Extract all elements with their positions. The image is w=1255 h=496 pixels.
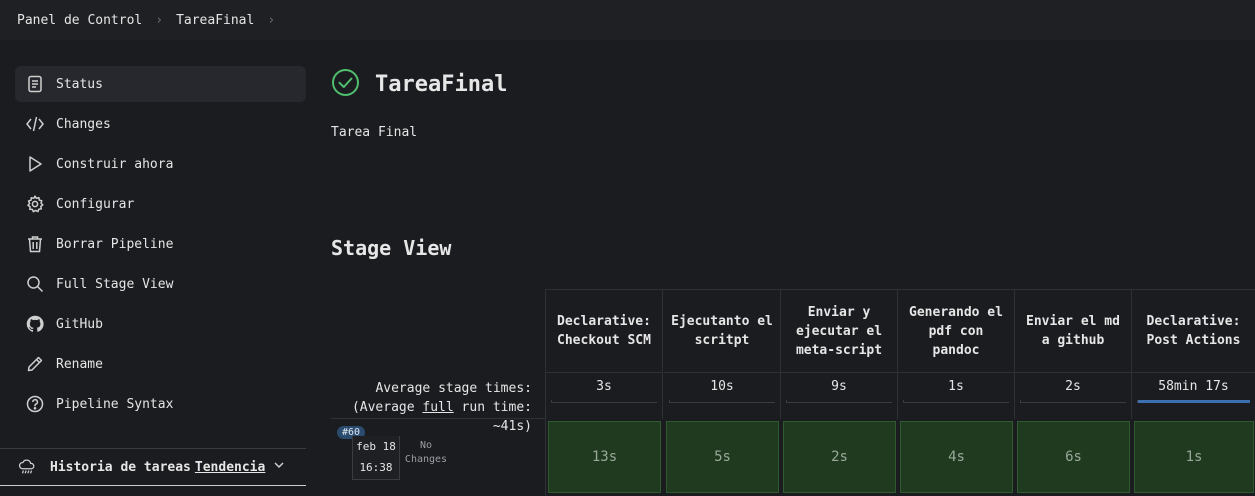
stage-avg-time: 1s: [898, 373, 1015, 419]
sidebar-item-label: Pipeline Syntax: [56, 396, 174, 412]
sidebar-item-status[interactable]: Status: [15, 66, 306, 102]
stage-avg-bar: [551, 400, 657, 403]
chevron-down-icon[interactable]: [273, 459, 285, 475]
build-history-header: Historia de tareas Tendencia: [0, 448, 306, 486]
avg-label-line2: (Average full run time:: [352, 398, 532, 417]
stage-avg-time: 9s: [781, 373, 898, 419]
sidebar-item-delete-pipeline[interactable]: Borrar Pipeline: [15, 226, 306, 262]
gear-icon: [26, 195, 44, 213]
sidebar-item-label: Borrar Pipeline: [56, 236, 174, 252]
stage-cell-success[interactable]: 4s: [900, 421, 1013, 493]
stage-avg-time: 3s: [546, 373, 663, 419]
sidebar-item-label: Rename: [56, 356, 103, 372]
stage-column: Generando el pdf con pandoc 1s 4s: [898, 290, 1015, 495]
avg-label-suffix: run time:: [453, 400, 532, 415]
stage-header: Declarative: Post Actions: [1132, 290, 1255, 373]
stage-avg-value: 10s: [710, 379, 734, 394]
breadcrumb-item-job[interactable]: TareaFinal: [176, 13, 254, 28]
play-icon: [26, 155, 44, 173]
stage-avg-value: 58min 17s: [1158, 379, 1229, 394]
code-icon: [26, 115, 44, 133]
document-icon: [26, 75, 44, 93]
stage-avg-value: 9s: [831, 379, 847, 394]
search-icon: [26, 275, 44, 293]
sidebar-item-label: Configurar: [56, 196, 135, 212]
stage-cell-success[interactable]: 2s: [783, 421, 896, 493]
stage-header: Enviar y ejecutar el meta-script: [781, 290, 898, 373]
stage-header: Declarative: Checkout SCM: [546, 290, 663, 373]
sidebar-item-label: Full Stage View: [56, 276, 174, 292]
stage-column: Declarative: Checkout SCM 3s 13s: [546, 290, 663, 495]
stage-header: Generando el pdf con pandoc: [898, 290, 1015, 373]
sidebar-item-pipeline-syntax[interactable]: Pipeline Syntax: [15, 386, 306, 422]
page-title: TareaFinal: [375, 72, 508, 97]
build-time: 16:38: [359, 461, 393, 474]
stage-cell-success[interactable]: 13s: [548, 421, 661, 493]
stage-avg-bar: [1137, 400, 1250, 403]
help-icon: [26, 395, 44, 413]
stage-avg-value: 2s: [1065, 379, 1081, 394]
sidebar-item-full-stage-view[interactable]: Full Stage View: [15, 266, 306, 302]
stage-cell-success[interactable]: 6s: [1017, 421, 1130, 493]
stage-avg-value: 1s: [948, 379, 964, 394]
stage-avg-bar: [903, 400, 1009, 403]
stage-avg-time: 58min 17s: [1132, 373, 1255, 419]
build-changes: No Changes: [404, 440, 448, 465]
sidebar-item-label: Status: [56, 76, 103, 92]
trash-icon: [26, 235, 44, 253]
sidebar-item-rename[interactable]: Rename: [15, 346, 306, 382]
chevron-right-icon[interactable]: ›: [267, 13, 275, 28]
stage-avg-bar: [1020, 400, 1126, 403]
sidebar-item-label: Construir ahora: [56, 156, 174, 172]
stage-header: Enviar el md a github: [1015, 290, 1132, 373]
pencil-icon: [26, 355, 44, 373]
build-date: feb 18: [356, 440, 396, 453]
stage-cell-success[interactable]: 5s: [666, 421, 779, 493]
sidebar-item-build-now[interactable]: Construir ahora: [15, 146, 306, 182]
stage-view-heading: Stage View: [331, 236, 452, 260]
stage-avg-fill: [1138, 400, 1250, 403]
stage-column: Enviar y ejecutar el meta-script 9s 2s: [781, 290, 898, 495]
job-description: Tarea Final: [331, 125, 418, 140]
build-row: #60 feb 18 16:38 No Changes: [331, 418, 545, 496]
sidebar-item-label: Changes: [56, 116, 111, 132]
chevron-right-icon: ›: [155, 12, 164, 28]
trend-link[interactable]: Tendencia: [195, 460, 265, 475]
stage-avg-time: 2s: [1015, 373, 1132, 419]
avg-label-prefix: (Average: [351, 400, 423, 415]
breadcrumb-bar: Panel de Control › TareaFinal ›: [0, 0, 1255, 40]
stage-column: Declarative: Post Actions 58min 17s 1s: [1132, 290, 1255, 495]
stage-view-table: Declarative: Checkout SCM 3s 13s Ejecuta…: [545, 289, 1255, 496]
stage-avg-bar: [669, 400, 775, 403]
sidebar-item-github[interactable]: GitHub: [15, 306, 306, 342]
stage-cell-success[interactable]: 1s: [1134, 421, 1254, 493]
stage-header: Ejecutanto el scritpt: [664, 290, 781, 373]
sidebar: Status Changes Construir ahora Configura…: [15, 66, 306, 426]
full-run-time-link[interactable]: full: [422, 400, 453, 415]
stage-avg-value: 3s: [596, 379, 612, 394]
build-date-box: feb 18 16:38: [352, 436, 400, 480]
avg-label-line1: Average stage times:: [375, 381, 532, 396]
github-icon: [26, 315, 44, 333]
sidebar-item-label: GitHub: [56, 316, 103, 332]
breadcrumb-item-dashboard[interactable]: Panel de Control: [17, 13, 142, 28]
cloud-rain-icon: [18, 458, 36, 476]
success-check-icon: [331, 68, 360, 101]
sidebar-item-changes[interactable]: Changes: [15, 106, 306, 142]
page-title-row: TareaFinal: [331, 68, 507, 101]
stage-avg-time: 10s: [664, 373, 781, 419]
stage-column: Ejecutanto el scritpt 10s 5s: [664, 290, 781, 495]
sidebar-item-configure[interactable]: Configurar: [15, 186, 306, 222]
stage-column: Enviar el md a github 2s 6s: [1015, 290, 1132, 495]
build-history-title: Historia de tareas: [50, 459, 191, 475]
stage-avg-bar: [786, 400, 892, 403]
